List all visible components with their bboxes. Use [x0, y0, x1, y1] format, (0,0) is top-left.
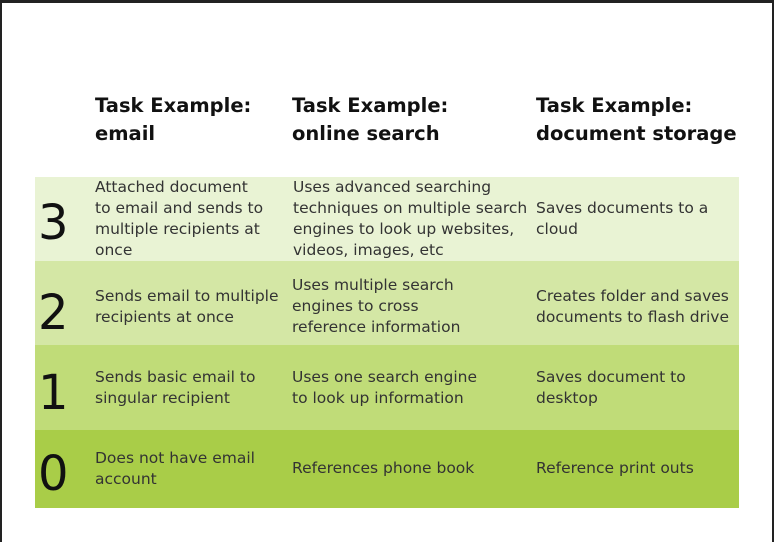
header-document-storage: Task Example: document storage	[536, 94, 737, 145]
row-level-1: 1 Sends basic email to singular recipien…	[35, 345, 739, 430]
cell-online-search: Uses multiple search engines to cross re…	[292, 276, 461, 336]
level-number: 2	[38, 285, 69, 341]
level-number: 3	[38, 195, 69, 251]
cell-document-storage: Saves documents to a cloud	[536, 199, 709, 238]
cell-document-storage: Creates folder and saves documents to fl…	[536, 287, 730, 326]
level-number: 1	[38, 365, 69, 421]
header-online-search: Task Example: online search	[292, 94, 449, 145]
cell-email: Does not have email account	[95, 449, 255, 488]
row-level-2: 2 Sends email to multiple recipients at …	[35, 261, 739, 345]
cell-document-storage: Saves document to desktop	[536, 368, 686, 407]
cell-email: Sends basic email to singular recipient	[95, 368, 256, 407]
header-email: Task Example: email	[95, 94, 252, 145]
cell-online-search: Uses advanced searching techniques on mu…	[293, 178, 528, 259]
cell-email: Attached document to email and sends to …	[95, 178, 264, 259]
cell-document-storage: Reference print outs	[536, 459, 694, 477]
cell-online-search: References phone book	[292, 459, 475, 477]
cell-online-search: Uses one search engine to look up inform…	[292, 368, 478, 407]
row-level-3: 3 Attached document to email and sends t…	[35, 177, 739, 261]
level-number: 0	[38, 446, 69, 502]
row-level-0: 0 Does not have email account References…	[35, 430, 739, 508]
cell-email: Sends email to multiple recipients at on…	[95, 287, 279, 326]
